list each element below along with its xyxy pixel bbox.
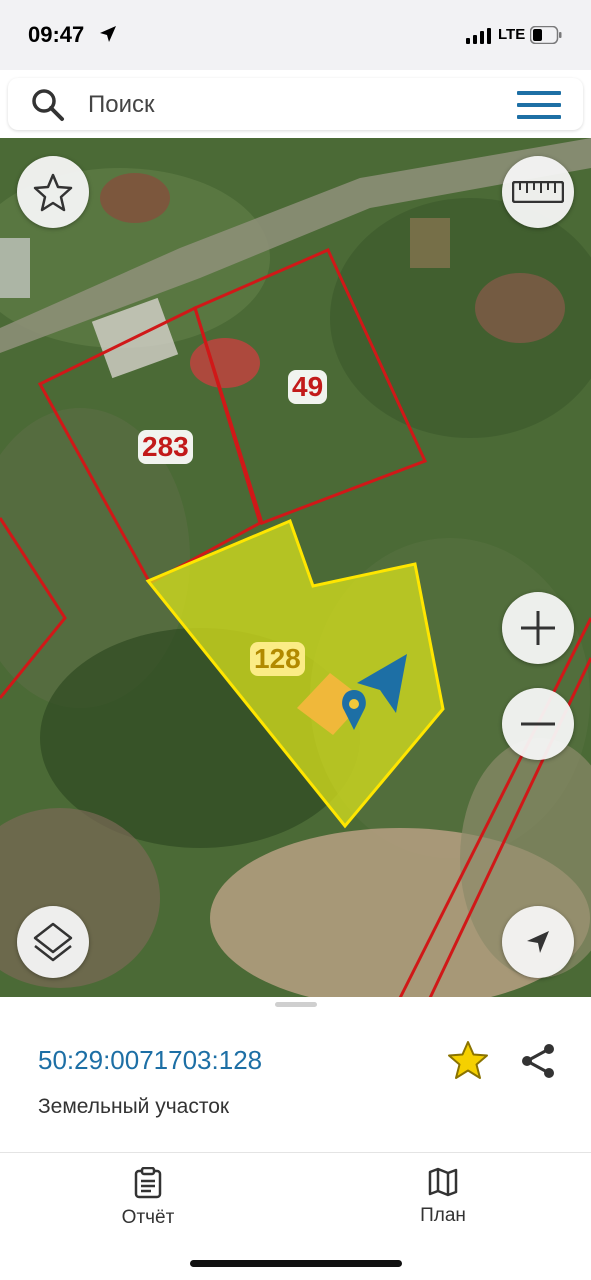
network-type: LTE: [498, 26, 526, 43]
my-location-button[interactable]: [502, 906, 574, 978]
tab-plan[interactable]: План: [373, 1167, 513, 1227]
search-bar[interactable]: Поиск: [8, 78, 583, 130]
layers-icon: [33, 922, 73, 962]
signal-icon: [466, 28, 491, 44]
sheet-grabber[interactable]: [275, 1002, 317, 1007]
search-icon: [32, 89, 64, 121]
search-input[interactable]: Поиск: [88, 91, 155, 119]
status-bar: 09:47 LTE: [0, 0, 591, 70]
star-icon: [33, 173, 73, 212]
zoom-in-button[interactable]: [502, 592, 574, 664]
report-clipboard-icon: [134, 1167, 162, 1199]
parcel-label-128[interactable]: 128: [250, 642, 305, 676]
map-plan-icon: [428, 1167, 458, 1197]
hamburger-menu-icon[interactable]: [517, 90, 561, 120]
parcel-label-49[interactable]: 49: [288, 370, 328, 404]
home-indicator[interactable]: [190, 1260, 402, 1267]
share-icon[interactable]: [518, 1041, 558, 1081]
map-view[interactable]: 283 49 128: [0, 138, 591, 998]
location-arrow-icon: [100, 26, 116, 42]
satellite-imagery: [0, 138, 591, 998]
object-info-sheet[interactable]: 50:29:0071703:128 Земельный участок: [0, 997, 591, 1152]
ruler-button[interactable]: [502, 156, 574, 228]
tab-report-label: Отчёт: [121, 1207, 175, 1228]
status-time: 09:47: [28, 22, 85, 47]
tab-plan-label: План: [420, 1205, 466, 1226]
tab-report[interactable]: Отчёт: [78, 1167, 218, 1229]
minus-icon: [521, 722, 555, 726]
plus-icon: [521, 611, 555, 645]
layers-button[interactable]: [17, 906, 89, 978]
cadastral-number[interactable]: 50:29:0071703:128: [38, 1045, 262, 1076]
favorite-star-icon[interactable]: [447, 1039, 489, 1081]
parcel-label-283[interactable]: 283: [138, 430, 193, 464]
object-type: Земельный участок: [38, 1095, 230, 1118]
ruler-icon: [512, 181, 564, 203]
battery-icon: [530, 26, 562, 44]
favorite-map-button[interactable]: [17, 156, 89, 228]
navigation-arrow-icon: [527, 931, 549, 953]
zoom-out-button[interactable]: [502, 688, 574, 760]
